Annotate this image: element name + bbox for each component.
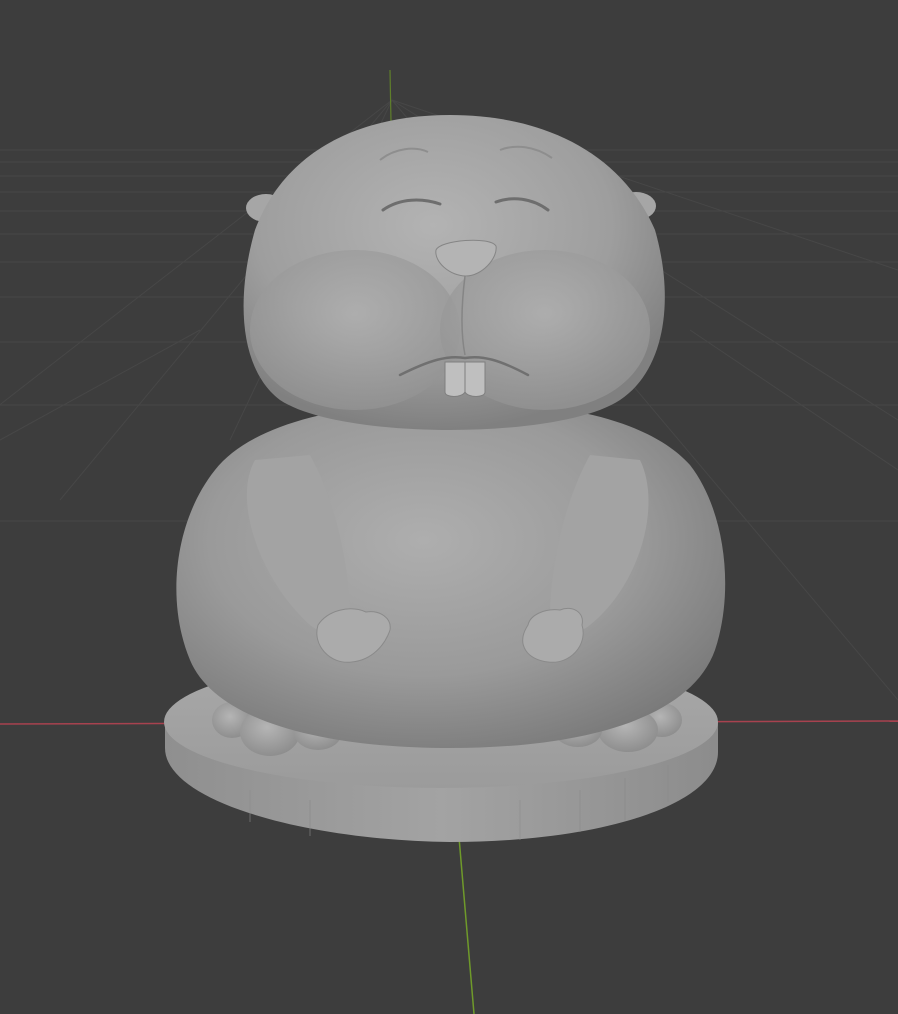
teeth-icon bbox=[444, 361, 486, 397]
viewport-canvas[interactable] bbox=[0, 0, 898, 1014]
3d-viewport[interactable] bbox=[0, 0, 898, 1014]
hamster-head[interactable] bbox=[243, 115, 665, 430]
hamster-body[interactable] bbox=[176, 401, 726, 748]
